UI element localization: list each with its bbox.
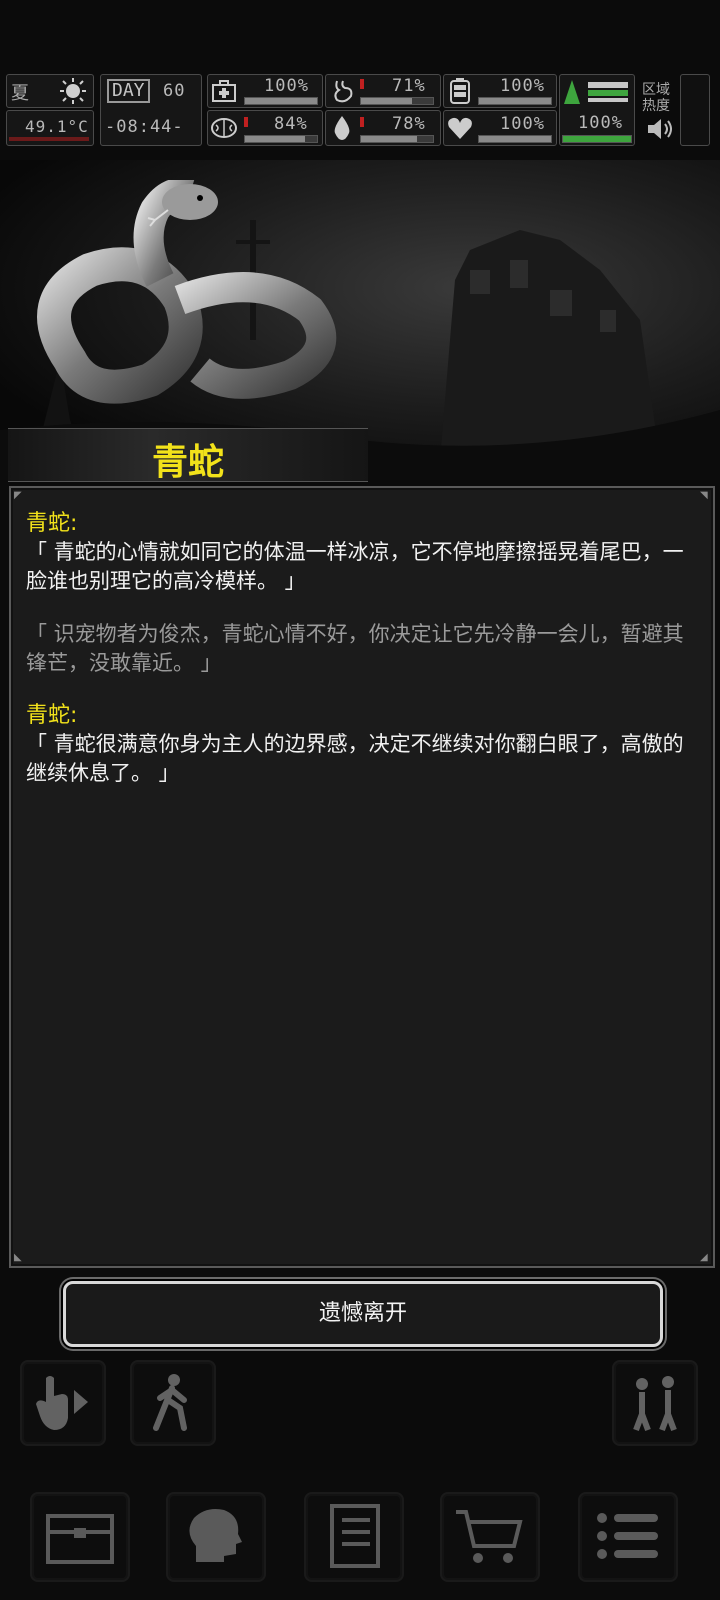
area-heat-meter [680, 74, 710, 146]
snake-illustration [37, 180, 337, 404]
bottom-nav [0, 1470, 720, 1600]
nav-skills-button[interactable] [166, 1492, 266, 1582]
flag-icon [564, 80, 628, 104]
dialog-corner-ornament: ◥ [700, 490, 708, 501]
heart-stat: 100% [443, 110, 557, 146]
bag-value: 100% [578, 113, 623, 133]
dialog-corner-ornament: ◢ [700, 1252, 708, 1263]
clock-time: -08:44- [105, 117, 184, 137]
notebook-icon [330, 1504, 380, 1568]
encounter-dialog: ◤ ◥ ◣ ◢ 青蛇: 「 青蛇的心情就如同它的体温一样冰凉，它不停地摩擦摇晃着… [9, 486, 715, 1268]
stomach-stat: 71% [325, 74, 441, 108]
bag-stat: 100% [559, 74, 635, 146]
day-box: DAY 60 -08:44- [100, 74, 202, 146]
stomach-icon [334, 80, 353, 103]
dialog-text: 「 青蛇很满意你身为主人的边界感，决定不继续对你翻白眼了，高傲的继续休息了。 」 [26, 732, 684, 785]
stamina-value: 100% [500, 76, 545, 96]
water-warning-mark [360, 117, 364, 127]
mind-value: 84% [274, 114, 308, 134]
health-stat: 100% [207, 74, 323, 108]
nav-journal-button[interactable] [304, 1492, 404, 1582]
dialog-corner-ornament: ◤ [14, 490, 22, 501]
day-label: DAY [107, 79, 150, 103]
stomach-value: 71% [392, 76, 426, 96]
temperature-gauge [9, 137, 89, 141]
status-hud: 夏 49.1°C DAY 60 -08:44- 100% 84% 71% 78%… [0, 74, 720, 150]
chest-icon [46, 1514, 114, 1564]
water-bar [360, 135, 434, 143]
water-value: 78% [392, 114, 426, 134]
leave-button[interactable]: 遗憾离开 [63, 1281, 663, 1347]
dialog-corner-ornament: ◣ [14, 1252, 22, 1263]
stomach-warning-mark [360, 79, 364, 89]
heart-value: 100% [500, 114, 545, 134]
day-number: 60 [163, 81, 186, 101]
bag-bar [562, 135, 632, 143]
water-drop-icon [334, 116, 350, 140]
mind-warning-mark [244, 117, 248, 127]
health-bar [244, 97, 318, 105]
dialog-entry: 「 识宠物者为俊杰，青蛇心情不好，你决定让它先冷静一会儿，暂避其锋芒，没敢靠近。… [26, 620, 696, 678]
dialog-entry: 青蛇: 「 青蛇很满意你身为主人的边界感，决定不继续对你翻白眼了，高傲的继续休息… [26, 702, 696, 788]
creature-name-banner: 青蛇 [8, 428, 368, 483]
season-label: 夏 [11, 83, 29, 104]
stamina-stat: 100% [443, 74, 557, 108]
area-heat-label: 区域热度 [642, 82, 670, 114]
action-button-walk[interactable] [130, 1360, 216, 1446]
dialog-log: 青蛇: 「 青蛇的心情就如同它的体温一样冰凉，它不停地摩擦摇晃着尾巴，一脸谁也别… [26, 510, 696, 812]
nav-storage-button[interactable] [30, 1492, 130, 1582]
action-button-interact[interactable] [20, 1360, 106, 1446]
action-button-fight[interactable] [612, 1360, 698, 1446]
combat-figures-icon [633, 1376, 677, 1432]
dialog-text: 「 青蛇的心情就如同它的体温一样冰凉，它不停地摩擦摇晃着尾巴，一脸谁也别理它的高… [26, 540, 684, 593]
mind-stat: 84% [207, 110, 323, 146]
tap-hand-icon [36, 1376, 88, 1430]
speaker-icon[interactable] [646, 116, 674, 142]
temperature-value: 49.1°C [25, 117, 89, 136]
speaker-name: 青蛇: [26, 511, 78, 536]
speaker-name: 青蛇: [26, 703, 78, 728]
dialog-entry: 青蛇: 「 青蛇的心情就如同它的体温一样冰凉，它不停地摩擦摇晃着尾巴，一脸谁也别… [26, 510, 696, 596]
nav-shop-button[interactable] [440, 1492, 540, 1582]
head-brain-icon [189, 1509, 242, 1562]
water-stat: 78% [325, 110, 441, 146]
heart-icon [448, 117, 472, 139]
nav-menu-button[interactable] [578, 1492, 678, 1582]
medkit-icon [212, 80, 236, 102]
temperature-box: 49.1°C [6, 110, 94, 146]
narration-text: 「 识宠物者为俊杰，青蛇心情不好，你决定让它先冷静一会儿，暂避其锋芒，没敢靠近。… [26, 622, 684, 675]
shopping-cart-icon [456, 1510, 523, 1563]
season-box: 夏 [6, 74, 94, 108]
mind-bar [244, 135, 318, 143]
heart-bar [478, 135, 552, 143]
brain-icon [211, 118, 237, 138]
stomach-bar [360, 97, 434, 105]
walking-person-icon [153, 1374, 187, 1431]
menu-list-icon [597, 1513, 658, 1559]
creature-name: 青蛇 [151, 442, 224, 483]
health-value: 100% [264, 76, 309, 96]
battery-icon [450, 78, 470, 104]
sun-icon [60, 78, 86, 104]
stamina-bar [478, 97, 552, 105]
